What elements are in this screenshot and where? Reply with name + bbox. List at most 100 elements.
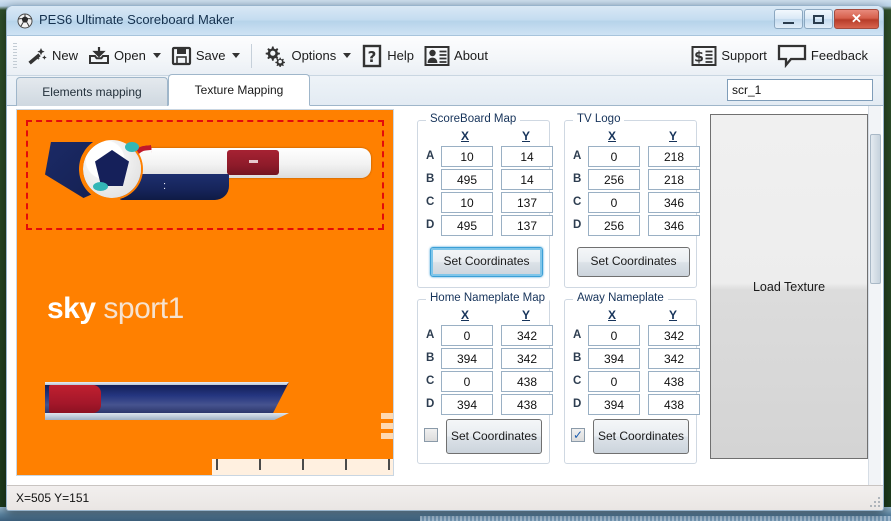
svg-text:?: ? (368, 48, 377, 66)
home-b-y[interactable]: 342 (501, 348, 553, 369)
toolbar-grip[interactable] (13, 42, 17, 69)
feedback-button[interactable]: Feedback (772, 39, 873, 73)
help-button[interactable]: ? Help (356, 39, 419, 73)
home-nameplate-checkbox[interactable]: ✓ (424, 428, 438, 442)
content-vertical-scrollbar[interactable] (868, 106, 881, 487)
scoreboard-b-y[interactable]: 14 (501, 169, 553, 190)
tvlogo-y-header: Y (669, 129, 678, 143)
main-content: : sky sport1 ScoreBoard Map X Y A 10 14 … (7, 106, 883, 487)
application-window: PES6 Ultimate Scoreboard Maker ✕ New Ope… (6, 5, 884, 511)
home-a-x[interactable]: 0 (441, 325, 493, 346)
away-set-coordinates-label: Set Coordinates (597, 428, 685, 443)
scoreboard-b-x[interactable]: 495 (441, 169, 493, 190)
cursor-coordinates-status: X=505 Y=151 (16, 491, 90, 505)
options-dropdown-chevron-icon[interactable] (343, 53, 352, 58)
selection-rectangle[interactable] (26, 120, 384, 230)
scoreboard-map-group: ScoreBoard Map X Y A 10 14 B 495 14 C 10… (417, 113, 553, 288)
tvlogo-c-x[interactable]: 0 (588, 192, 640, 213)
magic-wand-icon (26, 45, 48, 67)
save-dropdown-chevron-icon[interactable] (232, 53, 241, 58)
close-button[interactable]: ✕ (834, 9, 879, 29)
window-controls: ✕ (774, 9, 879, 29)
scoreboard-c-x[interactable]: 10 (441, 192, 493, 213)
home-row-a-label: A (426, 329, 435, 341)
scoreboard-name-input[interactable] (727, 79, 873, 101)
open-button[interactable]: Open (83, 39, 151, 73)
question-mark-icon: ? (361, 44, 383, 68)
home-c-y[interactable]: 438 (501, 371, 553, 392)
texture-tick-strip (212, 459, 393, 475)
tab-elements-mapping-label: Elements mapping (42, 85, 142, 99)
tvlogo-row-b-label: B (573, 173, 582, 185)
tvlogo-c-y[interactable]: 346 (648, 192, 700, 213)
scoreboard-d-y[interactable]: 137 (501, 215, 553, 236)
tvlogo-a-x[interactable]: 0 (588, 146, 640, 167)
tvlogo-d-y[interactable]: 346 (648, 215, 700, 236)
away-d-y[interactable]: 438 (648, 394, 700, 415)
load-texture-button[interactable]: Load Texture (710, 114, 868, 459)
tvlogo-d-x[interactable]: 256 (588, 215, 640, 236)
away-nameplate-title: Away Nameplate (573, 292, 668, 304)
tvlogo-set-coordinates-button[interactable]: Set Coordinates (577, 247, 690, 277)
away-nameplate-checkbox[interactable]: ✓ (571, 428, 585, 442)
close-icon: ✕ (851, 11, 862, 26)
tvlogo-b-x[interactable]: 256 (588, 169, 640, 190)
scoreboard-set-coordinates-label: Set Coordinates (443, 254, 530, 269)
texture-preview-canvas[interactable]: : sky sport1 (16, 109, 394, 476)
tab-texture-mapping[interactable]: Texture Mapping (168, 74, 310, 106)
resize-grip[interactable] (870, 495, 882, 507)
open-dropdown-chevron-icon[interactable] (152, 53, 161, 58)
options-label: Options (291, 48, 337, 63)
home-d-x[interactable]: 394 (441, 394, 493, 415)
away-x-header: X (608, 308, 617, 322)
scoreboard-d-x[interactable]: 495 (441, 215, 493, 236)
away-row-d-label: D (573, 398, 582, 410)
options-button[interactable]: Options (258, 39, 341, 73)
scoreboard-row-c-label: C (426, 196, 435, 208)
svg-text:$: $ (694, 49, 704, 65)
home-c-x[interactable]: 0 (441, 371, 493, 392)
support-button[interactable]: $ Support (686, 39, 772, 73)
sky-sport-logo: sky sport1 (47, 292, 184, 326)
scoreboard-c-y[interactable]: 137 (501, 192, 553, 213)
floppy-disk-icon (171, 45, 192, 66)
scoreboard-row-d-label: D (426, 219, 435, 231)
minimize-button[interactable] (774, 9, 803, 29)
away-y-header: Y (669, 308, 678, 322)
scoreboard-set-coordinates-button[interactable]: Set Coordinates (430, 247, 543, 277)
tvlogo-row-a-label: A (573, 150, 582, 162)
away-b-x[interactable]: 394 (588, 348, 640, 369)
away-b-y[interactable]: 342 (648, 348, 700, 369)
load-texture-label: Load Texture (752, 279, 826, 294)
texture-edge-marks (381, 413, 393, 439)
away-set-coordinates-button[interactable]: Set Coordinates (593, 419, 689, 454)
status-bar: X=505 Y=151 (7, 485, 883, 510)
maximize-restore-button[interactable] (804, 9, 833, 29)
dollar-list-icon: $ (691, 45, 717, 67)
away-a-y[interactable]: 342 (648, 325, 700, 346)
new-button[interactable]: New (21, 39, 83, 73)
home-set-coordinates-button[interactable]: Set Coordinates (446, 419, 542, 454)
home-b-x[interactable]: 394 (441, 348, 493, 369)
nameplate-red-cap (49, 385, 101, 413)
new-label: New (52, 48, 79, 63)
tab-bar: Elements mapping Texture Mapping (7, 74, 883, 106)
away-c-y[interactable]: 438 (648, 371, 700, 392)
tab-elements-mapping[interactable]: Elements mapping (16, 77, 168, 106)
tvlogo-b-y[interactable]: 218 (648, 169, 700, 190)
window-title: PES6 Ultimate Scoreboard Maker (39, 12, 235, 27)
home-a-y[interactable]: 342 (501, 325, 553, 346)
content-scrollbar-thumb[interactable] (870, 134, 881, 284)
away-row-a-label: A (573, 329, 582, 341)
away-a-x[interactable]: 0 (588, 325, 640, 346)
scoreboard-a-y[interactable]: 14 (501, 146, 553, 167)
away-c-x[interactable]: 0 (588, 371, 640, 392)
save-button[interactable]: Save (166, 39, 231, 73)
away-d-x[interactable]: 394 (588, 394, 640, 415)
about-button[interactable]: About (419, 39, 493, 73)
tvlogo-a-y[interactable]: 218 (648, 146, 700, 167)
home-d-y[interactable]: 438 (501, 394, 553, 415)
scoreboard-a-x[interactable]: 10 (441, 146, 493, 167)
toolbar-right-group: $ Support Feedback (686, 39, 883, 73)
title-bar: PES6 Ultimate Scoreboard Maker ✕ (7, 6, 883, 36)
